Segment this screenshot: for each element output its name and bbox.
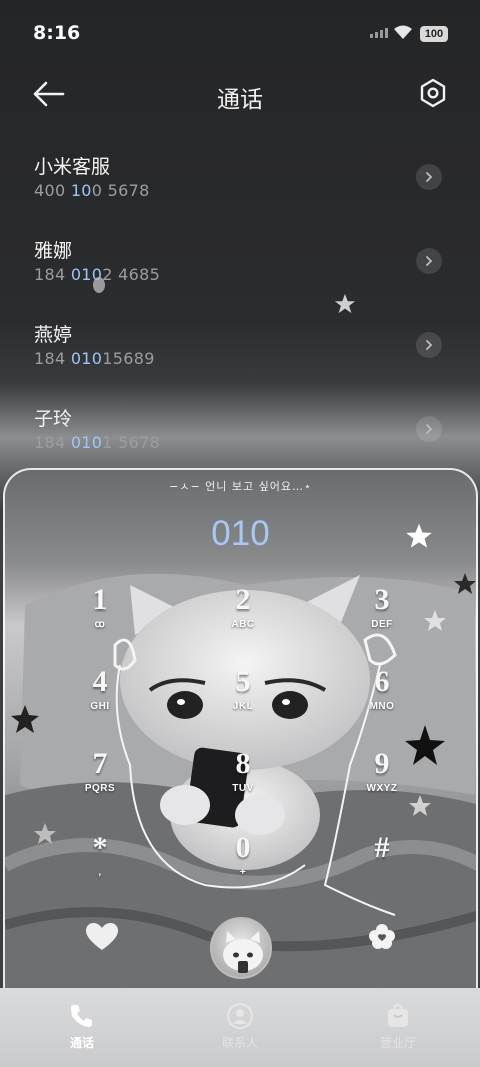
key-1[interactable]: 1ꝏ — [55, 584, 145, 631]
chevron-right-icon — [426, 172, 433, 182]
tab-label: 通话 — [69, 1036, 94, 1050]
key-9[interactable]: 9 WXYZ — [337, 748, 427, 795]
contact-name: 小米客服 — [34, 156, 111, 178]
dialer-caption: −ㅅ− 언니 보고 싶어요…⋆ — [169, 480, 312, 493]
contact-detail-button[interactable] — [416, 332, 442, 358]
key-2[interactable]: 2 ABC — [198, 584, 288, 631]
chevron-right-icon — [426, 256, 433, 266]
key-6[interactable]: 6 MNO — [337, 666, 427, 713]
contact-row[interactable]: 子玲 184 0101 5678 — [0, 392, 480, 476]
signal-icon — [370, 28, 388, 38]
page-title: 通话 — [217, 87, 263, 113]
key-4[interactable]: 4 GHI — [55, 666, 145, 713]
key-5[interactable]: 5 JKL — [198, 666, 288, 713]
phone-icon — [71, 1005, 92, 1027]
contact-name: 子玲 — [34, 408, 73, 430]
contact-number: 184 0101 5678 — [34, 433, 161, 452]
star-favorite-icon[interactable] — [405, 522, 433, 550]
contact-row[interactable]: 雅娜 184 0102 4685 — [0, 224, 480, 308]
key-8[interactable]: 8 TUV — [198, 748, 288, 795]
tab-contacts[interactable]: 联系人 — [160, 988, 320, 1067]
status-bar: 8:16 100 — [0, 0, 480, 66]
key-star[interactable]: *, — [55, 832, 145, 879]
contact-row[interactable]: 燕婷 184 01015689 — [0, 308, 480, 392]
contact-number: 184 01015689 — [34, 349, 155, 368]
settings-icon[interactable] — [418, 78, 448, 108]
contact-detail-button[interactable] — [416, 164, 442, 190]
key-3[interactable]: 3 DEF — [337, 584, 427, 631]
contact-name: 燕婷 — [34, 324, 73, 346]
key-7[interactable]: 7 PQRS — [55, 748, 145, 795]
person-icon — [227, 1003, 253, 1029]
heart-icon[interactable] — [85, 922, 119, 952]
contact-number: 400 100 5678 — [34, 181, 150, 200]
tab-label: 联系人 — [221, 1036, 258, 1050]
status-time: 8:16 — [33, 22, 81, 44]
bag-icon — [388, 1003, 408, 1027]
dialer-panel: −ㅅ− 언니 보고 싶어요…⋆ 010 1ꝏ 2 ABC 3 DEF 4 GHI 5J… — [3, 468, 478, 988]
contact-number: 184 0102 4685 — [34, 265, 161, 284]
key-hash[interactable]: # — [337, 832, 427, 867]
key-0[interactable]: 0 + — [198, 832, 288, 879]
contact-detail-button[interactable] — [416, 248, 442, 274]
contact-name: 雅娜 — [34, 240, 73, 262]
tab-calls[interactable]: 通话 — [2, 988, 162, 1067]
contact-row[interactable]: 小米客服 400 100 5678 — [0, 140, 480, 224]
chevron-right-icon — [426, 424, 433, 434]
bottom-tab-bar: 通话 联系人 营业厅 — [0, 988, 480, 1067]
call-button[interactable] — [210, 917, 272, 979]
chevron-right-icon — [426, 340, 433, 350]
tab-label: 营业厅 — [379, 1036, 416, 1050]
battery-icon: 100 — [420, 26, 448, 42]
flower-icon[interactable] — [367, 922, 397, 952]
tab-service-hall[interactable]: 营业厅 — [318, 988, 478, 1067]
contact-detail-button[interactable] — [416, 416, 442, 442]
wifi-icon — [394, 25, 412, 39]
